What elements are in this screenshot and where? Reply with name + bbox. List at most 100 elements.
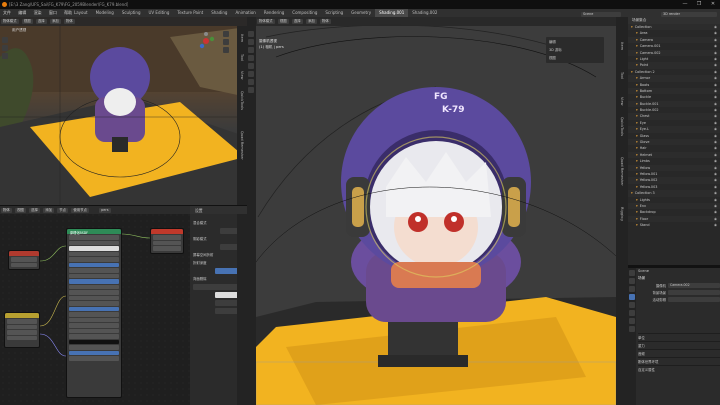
main-side-tab-quad-remesher[interactable]: Quad Remesher bbox=[620, 157, 624, 186]
mode-dropdown[interactable]: 物体模式 bbox=[1, 18, 19, 24]
rotate-icon[interactable] bbox=[248, 55, 254, 61]
node-principled-bsdf[interactable]: 原理化BSDF bbox=[66, 228, 122, 398]
node-color-ramp[interactable] bbox=[8, 250, 40, 270]
tab-geometry[interactable]: Geometry bbox=[347, 9, 375, 17]
select-menu[interactable]: 选择 bbox=[35, 18, 47, 24]
annotate-icon[interactable] bbox=[248, 79, 254, 85]
outliner-row[interactable]: ▾ Stand ◉ bbox=[628, 222, 720, 228]
tab-sculpting[interactable]: Sculpting bbox=[118, 9, 145, 17]
select-box-icon[interactable] bbox=[248, 31, 254, 37]
tab-animation[interactable]: Animation bbox=[231, 9, 259, 17]
n-panel-3d-cursor[interactable]: 3D 游标 bbox=[549, 47, 601, 53]
camera-view-icon[interactable] bbox=[223, 47, 229, 53]
outliner-properties-divider[interactable] bbox=[628, 265, 720, 268]
main-select-menu[interactable]: 选择 bbox=[291, 18, 303, 24]
hand-pan-icon[interactable] bbox=[223, 39, 229, 45]
section-gravity[interactable]: 重力 bbox=[638, 341, 720, 349]
visibility-eye-icon[interactable]: ◉ bbox=[714, 222, 717, 228]
main-side-tab-view[interactable]: View bbox=[620, 97, 624, 106]
tab-shading-001[interactable]: Shading.001 bbox=[375, 9, 409, 17]
close-button[interactable]: ✕ bbox=[706, 1, 720, 7]
render-layer-field[interactable]: 3D render bbox=[661, 11, 717, 17]
maximize-button[interactable]: ❐ bbox=[692, 1, 706, 7]
output-props-icon[interactable] bbox=[629, 286, 635, 292]
tab-texture-paint[interactable]: Texture Paint bbox=[173, 9, 207, 17]
cursor-icon[interactable] bbox=[248, 39, 254, 45]
modifier-props-icon[interactable] bbox=[629, 318, 635, 324]
viewport-main[interactable]: 物体模式 视图 选择 添加 物体 摄像机透视 (1) 相机 | pers FG … bbox=[256, 17, 616, 405]
transform-icon[interactable] bbox=[248, 71, 254, 77]
move-icon[interactable] bbox=[248, 47, 254, 53]
object-type-icon: ▾ bbox=[636, 114, 638, 119]
blender-logo-icon bbox=[2, 2, 7, 7]
outliner-panel: 场景集合 ▾ Collection ◉ ▾ Area ◉ ▾ Camera ◉ ▾ Camera.0… bbox=[628, 17, 720, 265]
section-rigid-body-world[interactable]: 刚体世界环境 bbox=[638, 357, 720, 365]
measure-icon[interactable] bbox=[248, 87, 254, 93]
menu-render[interactable]: 渲染 bbox=[34, 9, 42, 17]
main-mode-dropdown[interactable]: 物体模式 bbox=[257, 18, 275, 24]
object-menu[interactable]: 物体 bbox=[64, 18, 75, 24]
tab-scripting[interactable]: Scripting bbox=[321, 9, 347, 17]
viewport-small[interactable]: 物体模式 视图 选择 添加 物体 用户透视 Item Tool View Qui… bbox=[0, 17, 247, 205]
section-units[interactable]: 单位 bbox=[638, 333, 720, 341]
section-audio[interactable]: 音频 bbox=[638, 349, 720, 357]
outliner-row-label: Stand bbox=[639, 223, 650, 228]
scene-section-header[interactable]: 场景 bbox=[638, 275, 720, 282]
main-menu: 文件 编辑 渲染 窗口 帮助 bbox=[3, 9, 78, 17]
object-props-icon[interactable] bbox=[629, 310, 635, 316]
minimize-button[interactable]: — bbox=[678, 1, 692, 7]
menu-edit[interactable]: 编辑 bbox=[18, 9, 26, 17]
material-props-icon[interactable] bbox=[629, 326, 635, 332]
n-panel-view[interactable]: 视图 bbox=[549, 55, 601, 61]
node-header bbox=[151, 229, 183, 234]
section-custom-properties[interactable]: 自定义属性 bbox=[638, 365, 720, 373]
tab-rendering[interactable]: Rendering bbox=[260, 9, 288, 17]
move-tool-icon[interactable] bbox=[2, 53, 8, 59]
main-object-menu[interactable]: 物体 bbox=[320, 18, 331, 24]
side-tab-quad-remesher[interactable]: Quad Remesher bbox=[240, 131, 244, 160]
add-menu[interactable]: 添加 bbox=[49, 18, 61, 24]
cursor-tool-icon[interactable] bbox=[2, 45, 8, 51]
tab-modeling[interactable]: Modeling bbox=[92, 9, 118, 17]
world-props-icon[interactable] bbox=[629, 302, 635, 308]
side-tab-item[interactable]: Item bbox=[240, 34, 244, 42]
main-side-tab-tool[interactable]: Tool bbox=[620, 72, 624, 79]
view-menu[interactable]: 视图 bbox=[21, 18, 33, 24]
camera-field[interactable]: Camera.002 bbox=[668, 283, 720, 288]
tool-props-icon[interactable] bbox=[629, 270, 635, 276]
scene-field[interactable]: Scene bbox=[581, 11, 621, 17]
tab-compositing[interactable]: Compositing bbox=[288, 9, 321, 17]
zoom-icon[interactable] bbox=[223, 31, 229, 37]
outliner-row-label: Point bbox=[639, 63, 649, 68]
bg-scene-field[interactable] bbox=[668, 290, 720, 295]
active-clip-field[interactable] bbox=[668, 297, 720, 302]
main-side-tab-item[interactable]: Item bbox=[620, 42, 624, 50]
main-side-tab-rigging[interactable]: Rigging bbox=[620, 207, 624, 221]
tab-uv-editing[interactable]: UV Editing bbox=[145, 9, 174, 17]
main-side-tab-quicktools[interactable]: QuickTools bbox=[620, 117, 624, 136]
node-texture[interactable] bbox=[4, 312, 40, 348]
tab-layout[interactable]: Layout bbox=[70, 9, 92, 17]
shader-node-editor[interactable]: 物体 视图 选择 添加 节点 使用节点 pers 原理化BSDF bbox=[0, 206, 190, 405]
main-view-menu[interactable]: 视图 bbox=[277, 18, 289, 24]
outliner-row-label: Area bbox=[639, 31, 648, 36]
select-tool-icon[interactable] bbox=[2, 37, 8, 43]
side-tab-view[interactable]: View bbox=[240, 71, 244, 80]
main-add-menu[interactable]: 添加 bbox=[305, 18, 317, 24]
render-props-icon[interactable] bbox=[629, 278, 635, 284]
outliner-row-label: Helmet bbox=[639, 152, 652, 157]
navigation-gizmo[interactable] bbox=[196, 31, 216, 51]
side-tab-quicktools[interactable]: QuickTools bbox=[240, 91, 244, 110]
object-type-icon: ▾ bbox=[636, 95, 638, 100]
menu-window[interactable]: 窗口 bbox=[49, 9, 57, 17]
node-material-output[interactable] bbox=[150, 228, 184, 254]
object-type-icon: ▾ bbox=[636, 31, 638, 36]
side-tab-tool[interactable]: Tool bbox=[240, 54, 244, 61]
menu-file[interactable]: 文件 bbox=[3, 9, 11, 17]
tab-shading[interactable]: Shading bbox=[207, 9, 231, 17]
scene-props-icon[interactable] bbox=[629, 294, 635, 300]
tab-shading-002[interactable]: Shading.002 bbox=[408, 9, 441, 17]
scale-icon[interactable] bbox=[248, 63, 254, 69]
n-panel-edit[interactable]: 编辑 bbox=[549, 39, 601, 45]
outliner-row-label: Armor bbox=[639, 76, 651, 81]
